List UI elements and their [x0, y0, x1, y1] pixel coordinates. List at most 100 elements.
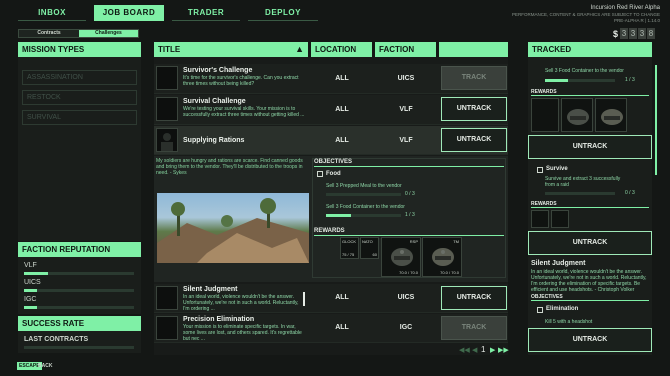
objective-progress-bar: [326, 214, 401, 217]
toggle-challenges[interactable]: Challenges: [79, 30, 138, 37]
tab-inbox[interactable]: INBOX: [18, 5, 86, 21]
back-label[interactable]: BACK: [38, 362, 52, 370]
tracked-objective-count: 1 / 3: [625, 77, 635, 83]
tracked-untrack-button[interactable]: UNTRACK: [528, 231, 652, 255]
tracked-reward-slot[interactable]: [551, 210, 569, 228]
faction-igc-bar: [24, 306, 134, 309]
reward-name: RSP: [409, 239, 418, 244]
helmet-icon: [601, 109, 623, 125]
reward-slot-tm-helmet[interactable]: TM 70.0 / 70.0: [422, 237, 462, 277]
toggle-contracts[interactable]: Contracts: [19, 30, 79, 37]
pager-prev-icon[interactable]: ◀: [472, 346, 477, 354]
faction-igc-label: IGC: [24, 296, 37, 303]
tracked-untrack-button[interactable]: UNTRACK: [528, 135, 652, 159]
helmet-icon: [432, 248, 454, 266]
contract-row[interactable]: Silent Judgment In an ideal world, viole…: [154, 284, 508, 313]
tab-deploy[interactable]: DEPLOY: [248, 5, 318, 21]
objective-text: Sell 3 Food Container to the vendor: [326, 204, 405, 210]
tracked-scrollbar[interactable]: [655, 65, 657, 175]
contract-title: Survival Challenge: [183, 98, 246, 105]
helmet-icon: [391, 248, 413, 266]
objective-checkbox: [317, 171, 323, 177]
currency-counter: 3 3 3 8: [620, 28, 655, 39]
faction-uics-label: UICS: [24, 279, 41, 286]
divider: [531, 300, 649, 301]
reward-price: 70.0 / 70.0: [399, 270, 418, 275]
tracked-objective-checkbox: [537, 167, 543, 173]
mission-location-image: [157, 193, 309, 263]
contract-portrait: [156, 97, 178, 121]
objective-count: 1 / 3: [405, 212, 415, 218]
last-contracts-bar: [24, 346, 134, 349]
contract-description: Your mission is to eliminate specific ta…: [183, 324, 302, 342]
untrack-button[interactable]: UNTRACK: [441, 128, 507, 152]
contract-location: ALL: [335, 324, 349, 331]
faction-reputation-heading: FACTION REPUTATION: [18, 242, 141, 257]
pager-first-icon[interactable]: ◀◀: [459, 346, 470, 354]
untrack-button[interactable]: UNTRACK: [441, 286, 507, 310]
tracked-reward-slot[interactable]: [561, 98, 593, 132]
soldier-silhouette-icon: [161, 133, 173, 151]
tracked-objective-checkbox: [537, 307, 543, 313]
column-action-header: [439, 42, 508, 57]
pager-current-page: 1: [481, 345, 486, 354]
objective-text: Sell 3 Prepped Meal to the vendor: [326, 183, 402, 189]
column-location-header[interactable]: LOCATION: [311, 42, 372, 57]
faction-vlf-label: VLF: [24, 262, 37, 269]
filter-assassination[interactable]: ASSASSINATION: [22, 70, 137, 85]
mission-types-heading: MISSION TYPES: [18, 42, 141, 57]
tracked-reward-slot[interactable]: [531, 210, 549, 228]
untrack-button[interactable]: UNTRACK: [441, 97, 507, 121]
last-contracts-label: LAST CONTRACTS: [24, 336, 89, 343]
contract-portrait: [156, 316, 178, 340]
reward-slot-glock[interactable]: GLOCK 75 / 75: [340, 237, 359, 259]
tab-job-board[interactable]: JOB BOARD: [94, 5, 164, 21]
currency-symbol: $: [613, 29, 619, 39]
faction-vlf-bar: [24, 272, 134, 275]
reward-price: 60: [372, 252, 377, 257]
pager-next-icon[interactable]: ▶: [490, 346, 495, 354]
contract-location: ALL: [335, 137, 349, 144]
track-button[interactable]: TRACK: [441, 66, 507, 90]
contract-row[interactable]: Survival Challenge We're testing your su…: [154, 95, 508, 125]
contract-row-selected[interactable]: Supplying Rations ALL VLF UNTRACK: [154, 126, 508, 155]
currency-digit: 3: [629, 28, 637, 39]
track-button[interactable]: TRACK: [441, 316, 507, 340]
reward-name: NATO: [362, 239, 373, 244]
reward-slot-rsp-helmet[interactable]: RSP 70.0 / 70.0: [381, 237, 421, 277]
contract-quote: My soldiers are hungry and rations are s…: [156, 158, 303, 176]
tracked-objective-count: 0 / 3: [625, 190, 635, 196]
tracked-reward-slot[interactable]: [531, 98, 559, 132]
reward-name: TM: [453, 239, 459, 244]
contract-row[interactable]: Survivor's Challenge It's time for the s…: [154, 64, 508, 94]
landscape-illustration: [157, 198, 309, 263]
divider: [531, 95, 649, 96]
filter-restock[interactable]: RESTOCK: [22, 90, 137, 105]
column-faction-header[interactable]: FACTION: [375, 42, 436, 57]
filter-survival[interactable]: SURVIVAL: [22, 110, 137, 125]
sort-ascending-icon[interactable]: ▲: [295, 42, 304, 57]
contract-faction: VLF: [399, 106, 413, 113]
contract-location: ALL: [335, 75, 349, 82]
row-scroll-indicator: [303, 292, 305, 306]
contract-row[interactable]: Precision Elimination Your mission is to…: [154, 314, 508, 343]
build-title: Incursion Red River Alpha: [590, 5, 660, 11]
contract-title: Survivor's Challenge: [183, 67, 253, 74]
contract-portrait: [156, 286, 178, 310]
tab-trader[interactable]: TRADER: [172, 5, 240, 21]
tracked-untrack-button[interactable]: UNTRACK: [528, 328, 652, 352]
tracked-reward-slot[interactable]: [595, 98, 627, 132]
column-title-header[interactable]: TITLE ▲: [154, 42, 308, 57]
contracts-challenges-toggle[interactable]: Contracts Challenges: [18, 29, 139, 38]
reward-slot-nato[interactable]: NATO 60: [360, 237, 379, 259]
success-rate-heading: SUCCESS RATE: [18, 316, 141, 331]
tracked-progress-bar: [545, 79, 615, 82]
pager-last-icon[interactable]: ▶▶: [498, 346, 509, 354]
tracked-objective-text: Sell 3 Food Container to the vendor: [545, 68, 624, 74]
contract-faction: UICS: [397, 294, 415, 301]
currency-digit: 8: [647, 28, 655, 39]
divider: [531, 207, 649, 208]
reward-price: 70.0 / 70.0: [440, 270, 459, 275]
divider: [314, 235, 504, 236]
contract-description: It's time for the survivor's challenge. …: [183, 75, 299, 87]
